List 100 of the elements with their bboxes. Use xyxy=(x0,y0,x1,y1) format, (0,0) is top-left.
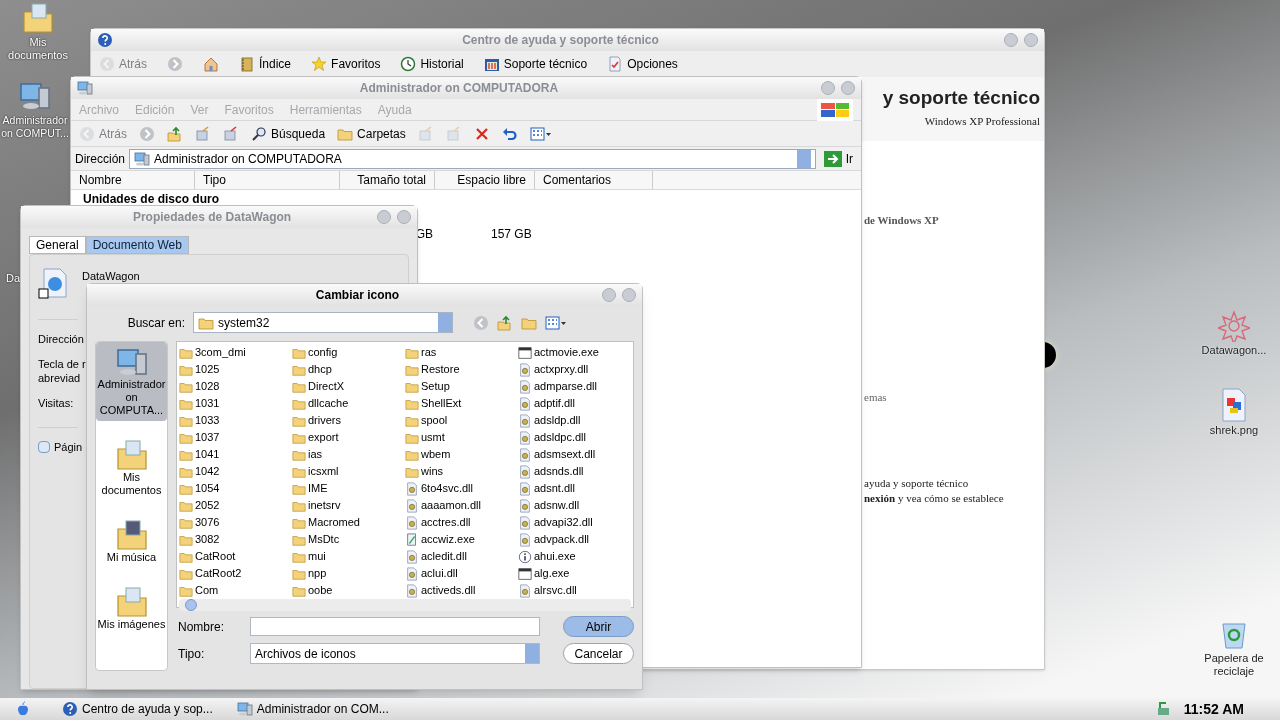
file-item[interactable]: 2052 xyxy=(179,497,292,514)
toolbar-button[interactable]: Favoritos xyxy=(307,52,385,76)
minimize-button[interactable] xyxy=(821,81,835,95)
file-item[interactable]: adsnt.dll xyxy=(518,480,631,497)
flower-icon[interactable] xyxy=(1218,310,1250,342)
desktop-icon-label[interactable]: Da xyxy=(6,272,21,285)
file-item[interactable]: icsxml xyxy=(292,463,405,480)
file-item[interactable]: inetsrv xyxy=(292,497,405,514)
minimize-button[interactable] xyxy=(602,288,616,302)
dropdown-button[interactable] xyxy=(525,644,539,663)
file-item[interactable]: adptif.dll xyxy=(518,395,631,412)
file-item[interactable]: wbem xyxy=(405,446,518,463)
file-item[interactable]: ahui.exe xyxy=(518,548,631,565)
file-item[interactable]: IME xyxy=(292,480,405,497)
file-item[interactable]: ias xyxy=(292,446,405,463)
file-item[interactable]: mui xyxy=(292,548,405,565)
desktop-icon-label[interactable]: Administrador on COMPUT... xyxy=(0,114,70,140)
file-item[interactable]: 6to4svc.dll xyxy=(405,480,518,497)
file-item[interactable]: export xyxy=(292,429,405,446)
column-header[interactable]: Tamaño total xyxy=(340,171,435,189)
taskbar-button[interactable]: Administrador on COM... xyxy=(236,701,389,717)
file-item[interactable]: 1033 xyxy=(179,412,292,429)
file-item[interactable]: 1031 xyxy=(179,395,292,412)
file-item[interactable]: acledit.dll xyxy=(405,548,518,565)
type-combobox[interactable]: Archivos de iconos xyxy=(250,643,540,664)
toolbar-button[interactable]: Opciones xyxy=(603,52,682,76)
file-item[interactable]: dhcp xyxy=(292,361,405,378)
open-button[interactable]: Abrir xyxy=(563,616,634,637)
file-item[interactable]: aclui.dll xyxy=(405,565,518,582)
toolbar-button[interactable]: Soporte técnico xyxy=(479,52,592,76)
file-item[interactable]: 3082 xyxy=(179,531,292,548)
minimize-button[interactable] xyxy=(1004,33,1018,47)
file-item[interactable]: wins xyxy=(405,463,518,480)
file-item[interactable]: adsnw.dll xyxy=(518,497,631,514)
apple-icon[interactable] xyxy=(16,701,30,717)
go-button[interactable]: Ir xyxy=(819,150,857,167)
column-header[interactable]: Tipo xyxy=(195,171,340,189)
file-item[interactable]: adsldp.dll xyxy=(518,412,631,429)
toolbar-button[interactable]: Carpetas xyxy=(333,121,410,146)
column-header[interactable]: Espacio libre xyxy=(435,171,535,189)
file-item[interactable]: alrsvc.dll xyxy=(518,582,631,599)
file-item[interactable]: Com xyxy=(179,582,292,599)
file-item[interactable]: 1054 xyxy=(179,480,292,497)
file-item[interactable]: Macromed xyxy=(292,514,405,531)
dropdown-button[interactable] xyxy=(796,149,811,168)
desktop-icon-label[interactable]: Datawagon... xyxy=(1201,344,1267,357)
file-item[interactable]: actxprxy.dll xyxy=(518,361,631,378)
file-item[interactable]: adsnds.dll xyxy=(518,463,631,480)
file-item[interactable]: adsldpc.dll xyxy=(518,429,631,446)
place-item[interactable]: Mis documentos xyxy=(96,435,167,501)
toolbar-button[interactable]: Búsqueda xyxy=(247,121,330,146)
file-item[interactable]: 1025 xyxy=(179,361,292,378)
file-item[interactable]: 1041 xyxy=(179,446,292,463)
file-item[interactable]: DirectX xyxy=(292,378,405,395)
file-item[interactable]: CatRoot xyxy=(179,548,292,565)
file-item[interactable]: admparse.dll xyxy=(518,378,631,395)
tab[interactable]: Documento Web xyxy=(85,236,189,254)
file-item[interactable]: usmt xyxy=(405,429,518,446)
file-item[interactable]: actmovie.exe xyxy=(518,344,631,361)
file-item[interactable]: Setup xyxy=(405,378,518,395)
file-item[interactable]: spool xyxy=(405,412,518,429)
desktop-icon-label[interactable]: Papelera de reciclaje xyxy=(1196,652,1272,678)
file-item[interactable]: adsmsext.dll xyxy=(518,446,631,463)
file-item[interactable]: 3com_dmi xyxy=(179,344,292,361)
close-button[interactable] xyxy=(622,288,636,302)
file-item[interactable]: npp xyxy=(292,565,405,582)
name-field[interactable] xyxy=(250,617,540,636)
file-item[interactable]: 1028 xyxy=(179,378,292,395)
image-file-icon[interactable] xyxy=(1219,388,1249,422)
file-item[interactable]: 1042 xyxy=(179,463,292,480)
file-item[interactable]: CatRoot2 xyxy=(179,565,292,582)
file-item[interactable]: advpack.dll xyxy=(518,531,631,548)
toolbar-button[interactable]: Índice xyxy=(235,52,296,76)
file-item[interactable]: acctres.dll xyxy=(405,514,518,531)
taskbar-button[interactable]: Centro de ayuda y sop... xyxy=(62,701,213,717)
file-item[interactable]: ras xyxy=(405,344,518,361)
toolbar-button[interactable]: Historial xyxy=(396,52,468,76)
close-button[interactable] xyxy=(1024,33,1038,47)
file-item[interactable]: 3076 xyxy=(179,514,292,531)
network-icon[interactable] xyxy=(1155,701,1172,717)
column-header[interactable]: Comentarios xyxy=(535,171,653,189)
place-item[interactable]: Mi música xyxy=(96,515,167,568)
file-item[interactable]: dllcache xyxy=(292,395,405,412)
file-item[interactable]: alg.exe xyxy=(518,565,631,582)
file-item[interactable]: aaaamon.dll xyxy=(405,497,518,514)
minimize-button[interactable] xyxy=(377,210,391,224)
look-in-combobox[interactable]: system32 xyxy=(193,312,453,333)
file-item[interactable]: advapi32.dll xyxy=(518,514,631,531)
checkbox[interactable] xyxy=(38,440,50,453)
dropdown-button[interactable] xyxy=(438,313,452,332)
horizontal-scrollbar[interactable] xyxy=(179,599,631,611)
file-item[interactable]: ShellExt xyxy=(405,395,518,412)
desktop-icon-label[interactable]: shrek.png xyxy=(1209,424,1259,437)
file-item[interactable]: oobe xyxy=(292,582,405,599)
file-item[interactable]: 1037 xyxy=(179,429,292,446)
tab[interactable]: General xyxy=(29,236,86,254)
column-header[interactable]: Nombre xyxy=(71,171,195,189)
address-field[interactable]: Administrador on COMPUTADORA xyxy=(129,148,816,169)
file-item[interactable]: MsDtc xyxy=(292,531,405,548)
close-button[interactable] xyxy=(841,81,855,95)
